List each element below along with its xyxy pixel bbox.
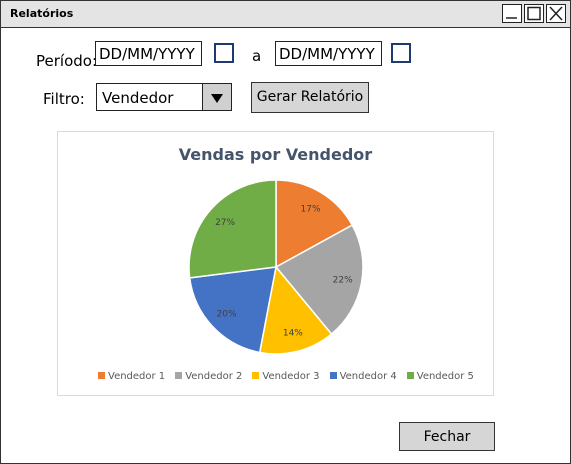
triangle-down-icon: [211, 94, 223, 103]
reports-window: Relatórios Período: DD/MM/YYYY a DD/MM/Y…: [0, 0, 571, 464]
legend-swatch: [406, 372, 414, 379]
legend-swatch: [98, 372, 105, 379]
minimize-button[interactable]: [502, 4, 522, 23]
close-dialog-button[interactable]: Fechar: [399, 422, 495, 451]
slice-label-2: 22%: [333, 276, 353, 286]
maximize-button[interactable]: [524, 4, 544, 23]
chart-legend: Vendedor 1 Vendedor 2 Vendedor 3 Vendedor 4…: [98, 371, 484, 382]
legend-label: Vendedor 2: [185, 371, 243, 382]
generate-report-button[interactable]: Gerar Relatório: [251, 82, 369, 113]
date-separator: a: [252, 47, 262, 65]
close-button[interactable]: [546, 4, 566, 23]
legend-swatch: [175, 372, 183, 379]
window-title: Relatórios: [10, 7, 74, 20]
filter-dropdown-value: Vendedor: [102, 89, 174, 107]
period-label: Período:: [36, 52, 98, 70]
title-bar: Relatórios: [1, 1, 570, 28]
legend-label: Vendedor 5: [416, 371, 474, 382]
legend-item: Vendedor 4: [329, 371, 397, 382]
sales-pie-chart: Vendas por Vendedor 17% 22% 14% 20% 27% Vend…: [57, 131, 494, 396]
date-from-field[interactable]: DD/MM/YYYY: [95, 41, 202, 66]
legend-item: Vendedor 3: [252, 371, 320, 382]
date-from-calendar-checkbox[interactable]: [214, 43, 234, 63]
minimize-icon: [506, 17, 517, 19]
slice-label-1: 17%: [301, 205, 321, 215]
dropdown-arrow-button[interactable]: [202, 84, 231, 110]
legend-item: Vendedor 1: [98, 371, 165, 382]
legend-label: Vendedor 3: [262, 371, 320, 382]
legend-label: Vendedor 4: [339, 371, 397, 382]
maximize-icon: [527, 6, 541, 21]
pie-plot-area: 17% 22% 14% 20% 27%: [188, 179, 364, 355]
legend-item: Vendedor 5: [406, 371, 474, 382]
filter-label: Filtro:: [43, 90, 85, 108]
filter-dropdown[interactable]: Vendedor: [96, 83, 232, 111]
legend-item: Vendedor 2: [175, 371, 242, 382]
slice-label-5: 27%: [215, 218, 235, 228]
pie-slice-5: [188, 179, 277, 279]
legend-swatch: [329, 372, 337, 379]
slice-label-4: 20%: [217, 309, 237, 319]
date-to-field[interactable]: DD/MM/YYYY: [275, 41, 382, 66]
close-icon: [549, 6, 563, 21]
date-to-calendar-checkbox[interactable]: [391, 43, 411, 63]
legend-swatch: [252, 372, 260, 379]
legend-label: Vendedor 1: [108, 371, 166, 382]
slice-label-3: 14%: [283, 329, 303, 339]
